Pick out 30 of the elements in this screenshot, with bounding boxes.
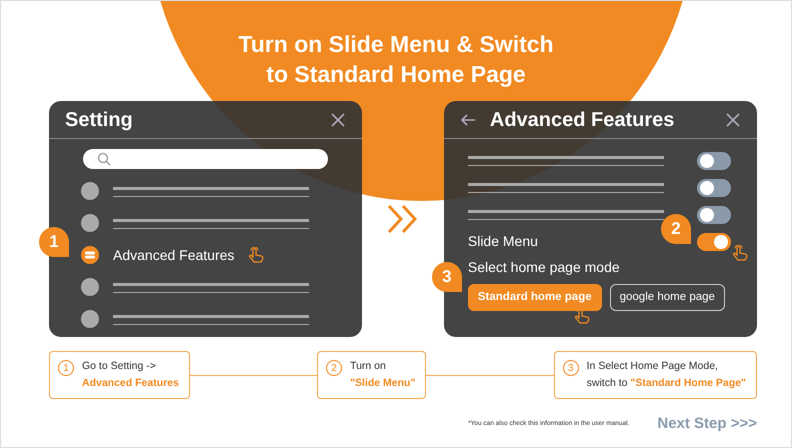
double-chevron-icon — [386, 204, 420, 234]
panel-title: Advanced Features — [490, 108, 676, 132]
toggle-switch[interactable] — [696, 232, 731, 250]
step-number: 2 — [326, 360, 342, 376]
toggle-switch[interactable] — [696, 152, 731, 170]
tap-hand-icon — [732, 245, 749, 261]
search-field[interactable] — [83, 149, 328, 169]
search-icon — [97, 152, 111, 166]
menu-item-label[interactable]: Advanced Features — [113, 244, 234, 266]
close-icon[interactable] — [724, 112, 741, 128]
step-number-marker: 2 — [660, 214, 691, 244]
step-number-marker: 3 — [432, 262, 462, 292]
tap-hand-icon — [574, 308, 591, 324]
tap-hand-icon — [248, 247, 266, 263]
home-mode-button[interactable]: google home page — [610, 284, 725, 312]
step-instruction: In Select Home Page Mode, switch to "Standard Home Page" — [586, 359, 746, 391]
toggle-switch[interactable] — [696, 178, 731, 196]
back-arrow-icon[interactable] — [460, 112, 476, 126]
heading-line: Turn on Slide Menu & Switch — [237, 30, 555, 59]
setting-label: Slide Menu — [468, 232, 538, 251]
step-instruction: Go to Setting -> Advanced Features — [82, 359, 179, 391]
step-instruction: Turn on "Slide Menu" — [350, 359, 416, 391]
step-number-marker: 1 — [39, 227, 69, 257]
step-number: 3 — [562, 360, 579, 376]
panel-title: Setting — [65, 108, 133, 132]
close-icon[interactable] — [330, 112, 346, 128]
section-label: Select home page mode — [468, 258, 620, 277]
step-number: 1 — [58, 360, 74, 376]
heading-line: to Standard Home Page — [265, 60, 527, 89]
toggle-switch[interactable] — [696, 206, 731, 224]
